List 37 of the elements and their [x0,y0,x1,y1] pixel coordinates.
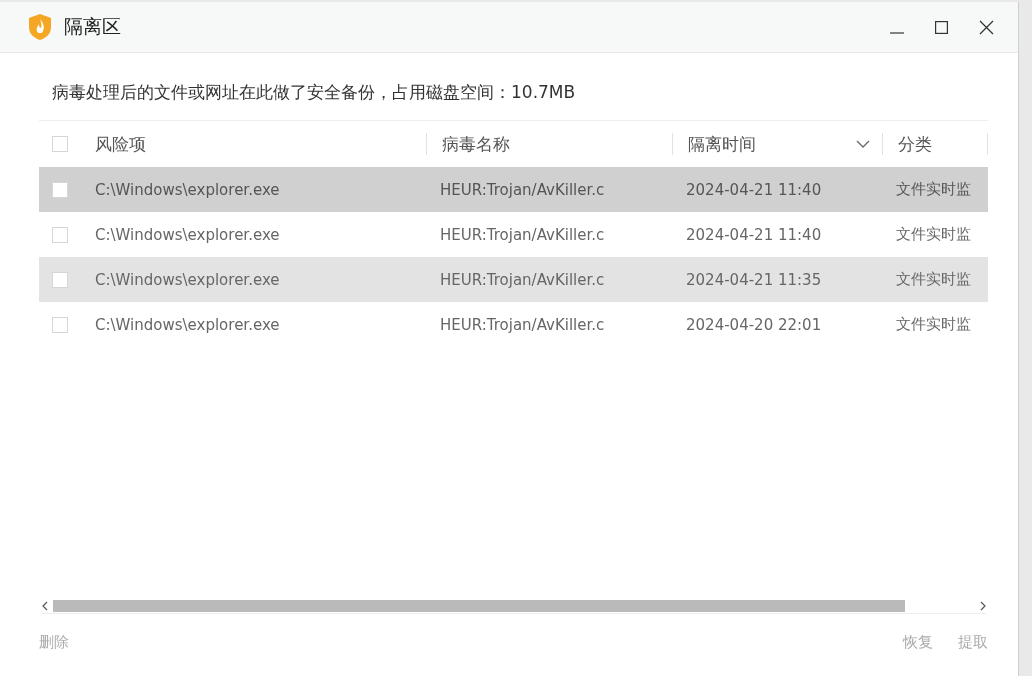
shield-flame-icon [28,13,52,41]
table-cell: 2024-04-21 11:40 [686,180,822,199]
table-cell: 2024-04-21 11:40 [686,225,822,244]
table-cell: HEUR:Trojan/AvKiller.c [440,270,605,289]
column-header[interactable]: 分类 [898,132,932,156]
table-cell: C:\Windows\explorer.exe [95,315,280,334]
row-checkbox[interactable] [52,181,68,198]
table-cell: 文件实时监 [896,180,971,198]
table-row[interactable]: C:\Windows\explorer.exe HEUR:Trojan/AvKiller.c 2024-04-21 11:40 文件实时监 [39,167,988,212]
table-cell: 文件实时监 [896,315,971,333]
scrollbar-thumb[interactable] [53,600,905,612]
table-cell: 2024-04-21 11:35 [686,270,822,289]
close-icon[interactable] [979,19,994,35]
table-cell: 文件实时监 [896,225,971,243]
scroll-right-icon[interactable] [980,601,986,611]
window-title: 隔离区 [64,14,121,39]
column-header[interactable]: 风险项 [95,132,146,156]
column-header[interactable]: 病毒名称 [442,132,510,156]
row-checkbox[interactable] [52,316,68,333]
table-cell: HEUR:Trojan/AvKiller.c [440,180,605,199]
table-cell: 文件实时监 [896,270,971,288]
storage-description: 病毒处理后的文件或网址在此做了安全备份，占用磁盘空间：10.7MB [52,81,577,104]
column-header[interactable]: 隔离时间 [688,132,756,156]
select-all-checkbox[interactable] [52,136,68,152]
table-cell: C:\Windows\explorer.exe [95,225,280,244]
table-row[interactable]: C:\Windows\explorer.exe HEUR:Trojan/AvKiller.c 2024-04-21 11:35 文件实时监 [39,257,988,302]
table-cell: 2024-04-20 22:01 [686,315,822,334]
table-cell: C:\Windows\explorer.exe [95,270,280,289]
table-cell: HEUR:Trojan/AvKiller.c [440,315,605,334]
table-cell: HEUR:Trojan/AvKiller.c [440,225,605,244]
chevron-down-icon[interactable] [856,140,870,148]
row-checkbox[interactable] [52,271,68,288]
scroll-left-icon[interactable] [42,601,48,611]
maximize-icon[interactable] [935,20,948,34]
row-checkbox[interactable] [52,226,68,243]
horizontal-scrollbar[interactable] [42,599,986,614]
table-cell: C:\Windows\explorer.exe [95,180,280,199]
